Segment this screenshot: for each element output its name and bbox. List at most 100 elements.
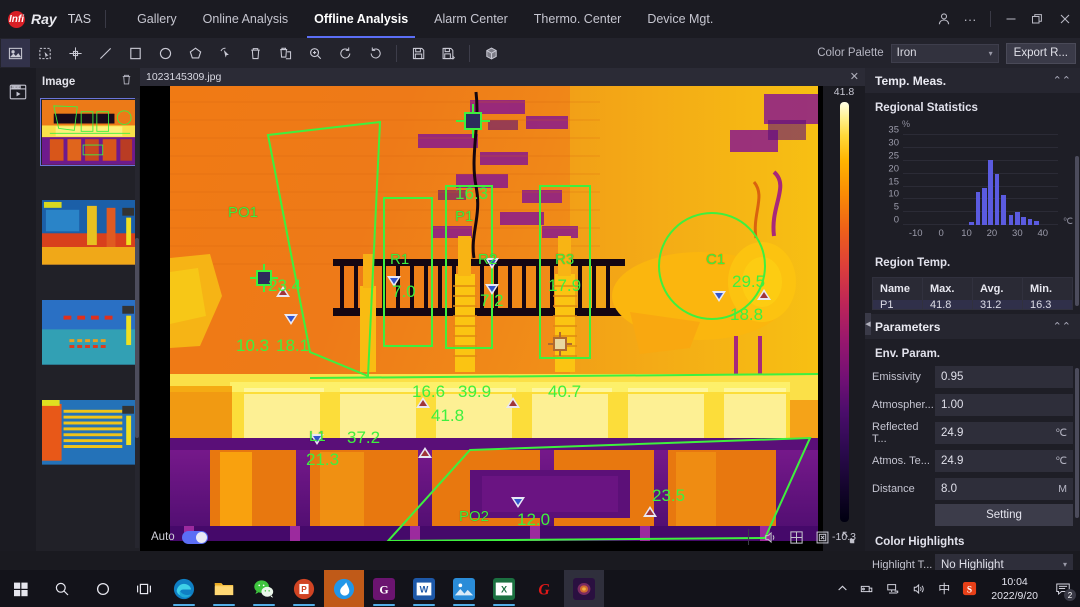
right-panel-scrollbar-bottom[interactable] <box>1075 368 1079 518</box>
nav-item-thermo-center[interactable]: Thermo. Center <box>521 0 635 38</box>
chart-y-tick: 35 <box>888 125 903 136</box>
g-red-icon[interactable]: G <box>524 570 564 607</box>
rectangle-tool-icon[interactable] <box>121 39 150 67</box>
sogou-icon[interactable]: S <box>956 570 983 607</box>
user-icon[interactable] <box>931 0 957 38</box>
notification-center-icon[interactable]: 2 <box>1046 570 1080 607</box>
auto-label: Auto <box>151 531 175 543</box>
chart-bar <box>1009 215 1014 225</box>
panel-collapse-grip[interactable]: ◀ <box>865 313 871 335</box>
wechat-icon[interactable] <box>244 570 284 607</box>
search-icon[interactable] <box>41 570 82 607</box>
ime-icon[interactable]: 中 <box>932 570 956 607</box>
taskbar-clock[interactable]: 10:04 2022/9/20 <box>983 570 1046 607</box>
restore-icon[interactable] <box>1024 0 1050 38</box>
image-list-scrollbar[interactable] <box>135 238 139 438</box>
infiray-tas-icon[interactable] <box>324 570 364 607</box>
line-tool-icon[interactable] <box>91 39 120 67</box>
atmos-temp-field[interactable]: 24.9 ℃ <box>935 450 1073 472</box>
palette-controls: Color Palette Iron ▾ Export R... <box>817 38 1080 68</box>
point-tool-icon[interactable] <box>61 39 90 67</box>
palette-value: Iron <box>897 47 917 59</box>
nav-item-online-analysis[interactable]: Online Analysis <box>190 0 301 38</box>
nav-item-device-mgt[interactable]: Device Mgt. <box>634 0 726 38</box>
edge-icon[interactable] <box>164 570 204 607</box>
save-as-tool-icon[interactable] <box>434 39 463 67</box>
image-tool-icon[interactable] <box>1 39 30 67</box>
list-item[interactable] <box>40 98 138 166</box>
palette-select[interactable]: Iron ▾ <box>891 44 999 63</box>
cursor-tool-icon[interactable] <box>211 39 240 67</box>
viewer-tab-filename[interactable]: 1023145309.jpg <box>146 71 221 83</box>
trash-icon[interactable] <box>120 73 133 91</box>
colorbar-gradient[interactable] <box>840 102 849 522</box>
table-row[interactable]: P1 41.8 31.2 16.3 <box>873 300 1072 309</box>
chart-y-tick: 15 <box>888 176 903 187</box>
word-icon[interactable]: W <box>404 570 444 607</box>
delete-all-tool-icon[interactable] <box>271 39 300 67</box>
hardware-icon[interactable] <box>854 570 880 607</box>
volume-icon[interactable] <box>757 524 783 550</box>
image-list-header: Image <box>36 68 140 96</box>
param-value: 24.9 <box>941 455 963 467</box>
temp-meas-header[interactable]: Temp. Meas. ⌃⌃ <box>865 68 1080 93</box>
setting-button[interactable]: Setting <box>935 504 1073 526</box>
volume-icon[interactable] <box>906 570 932 607</box>
ellipse-tool-icon[interactable] <box>151 39 180 67</box>
zoom-tool-icon[interactable] <box>301 39 330 67</box>
parameters-header[interactable]: Parameters ⌃⌃ <box>865 314 1080 339</box>
chevron-up-icon[interactable]: ⌃⌃ <box>1053 320 1071 333</box>
rotate-right-tool-icon[interactable] <box>361 39 390 67</box>
param-value: 24.9 <box>941 427 963 439</box>
network-icon[interactable] <box>880 570 906 607</box>
windows-start-icon[interactable] <box>0 570 41 607</box>
param-unit: ℃ <box>1055 455 1067 467</box>
list-item[interactable] <box>40 398 138 466</box>
list-item[interactable] <box>40 198 138 266</box>
fullscreen-icon[interactable] <box>835 524 861 550</box>
reflected-temp-field[interactable]: 24.9 ℃ <box>935 422 1073 444</box>
close-icon[interactable] <box>1050 0 1080 38</box>
close-image-icon[interactable] <box>809 524 835 550</box>
chart-gridline <box>903 211 1058 212</box>
cortana-icon[interactable] <box>82 570 123 607</box>
select-region-tool-icon[interactable] <box>31 39 60 67</box>
photos-icon[interactable] <box>444 570 484 607</box>
export-report-button[interactable]: Export R... <box>1006 43 1076 64</box>
emissivity-field[interactable]: 0.95 <box>935 366 1073 388</box>
close-icon[interactable]: ✕ <box>850 70 859 83</box>
svg-text:G: G <box>538 581 550 598</box>
left-rail <box>0 68 36 551</box>
nav-item-offline-analysis[interactable]: Offline Analysis <box>301 0 421 38</box>
grid-view-icon[interactable] <box>783 524 809 550</box>
minimize-icon[interactable] <box>998 0 1024 38</box>
nav-item-gallery[interactable]: Gallery <box>124 0 190 38</box>
nav-item-alarm-center[interactable]: Alarm Center <box>421 0 521 38</box>
auto-toggle[interactable] <box>182 531 208 544</box>
param-atmos-temp: Atmos. Te... 24.9 ℃ <box>872 448 1073 473</box>
delete-tool-icon[interactable] <box>241 39 270 67</box>
three-d-tool-icon[interactable] <box>477 39 506 67</box>
polygon-tool-icon[interactable] <box>181 39 210 67</box>
excel-icon[interactable]: X <box>484 570 524 607</box>
powerpoint-icon[interactable]: P <box>284 570 324 607</box>
show-hidden-icons[interactable] <box>831 570 854 607</box>
task-view-icon[interactable] <box>123 570 164 607</box>
atmospheric-field[interactable]: 1.00 <box>935 394 1073 416</box>
thermal-app-icon[interactable] <box>564 570 604 607</box>
thermal-image[interactable] <box>170 86 818 541</box>
distance-field[interactable]: 8.0 M <box>935 478 1073 500</box>
gaode-icon[interactable]: G <box>364 570 404 607</box>
rotate-left-tool-icon[interactable] <box>331 39 360 67</box>
media-library-icon[interactable] <box>0 74 36 110</box>
region-temp-table: Name Max. Avg. Min. P1 41.8 31.2 16.3 <box>872 277 1073 310</box>
right-panel-scrollbar-top[interactable] <box>1075 156 1079 306</box>
chevron-up-icon[interactable]: ⌃⌃ <box>1053 74 1071 87</box>
save-tool-icon[interactable] <box>404 39 433 67</box>
logo-mark-icon: Infi <box>8 11 25 28</box>
file-explorer-icon[interactable] <box>204 570 244 607</box>
more-icon[interactable]: ··· <box>957 0 983 38</box>
thermal-canvas[interactable]: PO1 23.4 18.1 10.3 16.3 P1 R1 7.0 R2 7.2… <box>140 86 823 551</box>
chart-x-tick: -10 <box>909 228 923 239</box>
list-item[interactable] <box>40 298 138 366</box>
